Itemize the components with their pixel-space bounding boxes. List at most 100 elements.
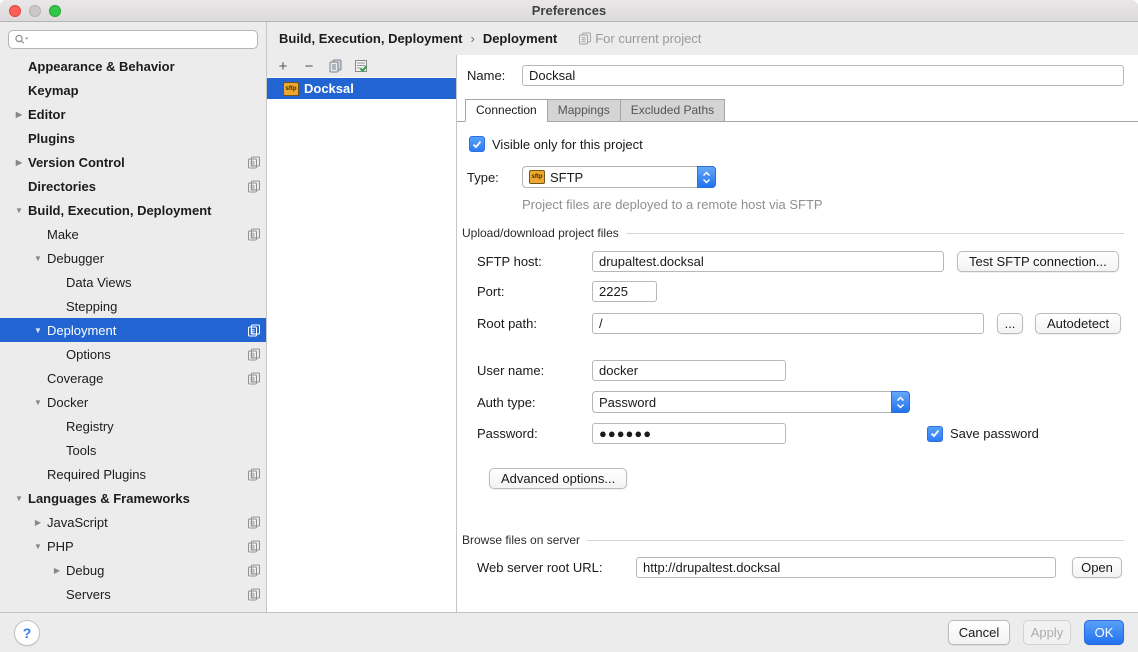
settings-sidebar: Appearance & BehaviorKeymap▶Editor Plugin… xyxy=(0,22,267,612)
sidebar-item-languages-frameworks[interactable]: ▼Languages & Frameworks xyxy=(0,486,266,510)
type-label: Type: xyxy=(467,170,522,185)
port-label: Port: xyxy=(477,284,592,299)
tree-expanded-arrow-icon[interactable]: ▼ xyxy=(29,542,47,551)
sidebar-item-debugger[interactable]: ▼Debugger xyxy=(0,246,266,270)
name-input[interactable] xyxy=(522,65,1124,86)
sidebar-item-label: PHP xyxy=(47,539,74,554)
auth-type-row: Auth type: Password xyxy=(457,391,1138,413)
sftp-host-input[interactable] xyxy=(592,251,944,272)
sidebar-item-php[interactable]: ▼PHP xyxy=(0,534,266,558)
close-window-button[interactable] xyxy=(9,5,21,17)
help-button[interactable]: ? xyxy=(14,620,40,646)
sidebar-item-docker[interactable]: ▼Docker xyxy=(0,390,266,414)
root-path-input[interactable] xyxy=(592,313,984,334)
sidebar-item-debug[interactable]: ▶Debug xyxy=(0,558,266,582)
for-current-project-icon xyxy=(248,588,260,601)
sidebar-item-data-views[interactable]: Data Views xyxy=(0,270,266,294)
auth-type-value: Password xyxy=(599,395,656,410)
sidebar-item-label: JavaScript xyxy=(47,515,108,530)
type-value: SFTP xyxy=(550,170,583,185)
auth-type-select[interactable]: Password xyxy=(592,391,910,413)
tree-expanded-arrow-icon[interactable]: ▼ xyxy=(29,254,47,263)
sidebar-item-label: Deployment xyxy=(47,323,116,338)
use-as-default-button[interactable] xyxy=(353,58,369,74)
ok-button[interactable]: OK xyxy=(1084,620,1124,645)
tree-expanded-arrow-icon[interactable]: ▼ xyxy=(10,206,28,215)
add-server-button[interactable]: + xyxy=(275,58,291,74)
sidebar-item-required-plugins[interactable]: Required Plugins xyxy=(0,462,266,486)
sidebar-item-plugins[interactable]: Plugins xyxy=(0,126,266,150)
tree-collapsed-arrow-icon[interactable]: ▶ xyxy=(48,566,66,575)
settings-search-box[interactable] xyxy=(8,30,258,49)
remove-server-button[interactable]: − xyxy=(301,58,317,74)
breadcrumb: Build, Execution, Deployment › Deploymen… xyxy=(267,22,1138,55)
server-list: sftpDocksal xyxy=(267,77,456,612)
port-input[interactable] xyxy=(592,281,657,302)
sidebar-item-build-execution-deployment[interactable]: ▼Build, Execution, Deployment xyxy=(0,198,266,222)
upload-section-header: Upload/download project files xyxy=(457,226,1138,240)
search-input[interactable] xyxy=(33,32,252,47)
sidebar-item-directories[interactable]: Directories xyxy=(0,174,266,198)
browse-root-path-button[interactable]: ... xyxy=(997,313,1023,334)
autodetect-button[interactable]: Autodetect xyxy=(1035,313,1121,334)
upload-section-title: Upload/download project files xyxy=(462,226,619,240)
save-password-checkbox[interactable] xyxy=(927,426,943,442)
tab-excluded-paths[interactable]: Excluded Paths xyxy=(620,99,725,122)
sidebar-item-appearance-behavior[interactable]: Appearance & Behavior xyxy=(0,54,266,78)
server-item-docksal[interactable]: sftpDocksal xyxy=(267,78,456,99)
sidebar-item-make[interactable]: Make xyxy=(0,222,266,246)
open-url-button[interactable]: Open xyxy=(1072,557,1122,578)
for-current-project-icon xyxy=(248,228,260,241)
tree-expanded-arrow-icon[interactable]: ▼ xyxy=(29,326,47,335)
window-title: Preferences xyxy=(532,3,606,18)
sidebar-item-tools[interactable]: Tools xyxy=(0,438,266,462)
web-root-input[interactable] xyxy=(636,557,1056,578)
cancel-button[interactable]: Cancel xyxy=(948,620,1010,645)
tab-connection[interactable]: Connection xyxy=(465,99,548,122)
sidebar-item-coverage[interactable]: Coverage xyxy=(0,366,266,390)
sftp-host-row: SFTP host: Test SFTP connection... xyxy=(457,251,1138,272)
sidebar-item-label: Stepping xyxy=(66,299,117,314)
sidebar-item-label: Languages & Frameworks xyxy=(28,491,190,506)
type-hint-text: Project files are deployed to a remote h… xyxy=(457,197,1138,212)
tree-collapsed-arrow-icon[interactable]: ▶ xyxy=(10,158,28,167)
sidebar-item-options[interactable]: Options xyxy=(0,342,266,366)
sidebar-item-stepping[interactable]: Stepping xyxy=(0,294,266,318)
tree-collapsed-arrow-icon[interactable]: ▶ xyxy=(10,110,28,119)
sidebar-item-servers[interactable]: Servers xyxy=(0,582,266,606)
connection-tabs: ConnectionMappingsExcluded Paths xyxy=(457,99,1138,122)
advanced-options-button[interactable]: Advanced options... xyxy=(489,468,627,489)
sidebar-item-editor[interactable]: ▶Editor xyxy=(0,102,266,126)
password-input[interactable] xyxy=(592,423,786,444)
sidebar-item-registry[interactable]: Registry xyxy=(0,414,266,438)
save-password-label: Save password xyxy=(950,426,1039,441)
tab-mappings[interactable]: Mappings xyxy=(547,99,621,122)
type-select[interactable]: sftp SFTP xyxy=(522,166,716,188)
port-row: Port: xyxy=(457,281,1138,302)
breadcrumb-root[interactable]: Build, Execution, Deployment xyxy=(279,31,462,46)
browse-section-header: Browse files on server xyxy=(457,533,1138,547)
apply-button[interactable]: Apply xyxy=(1023,620,1071,645)
user-name-label: User name: xyxy=(477,363,592,378)
sidebar-item-version-control[interactable]: ▶Version Control xyxy=(0,150,266,174)
visible-only-checkbox[interactable] xyxy=(469,136,485,152)
sidebar-item-label: Plugins xyxy=(28,131,75,146)
settings-tree: Appearance & BehaviorKeymap▶Editor Plugin… xyxy=(0,54,266,606)
sidebar-item-label: Directories xyxy=(28,179,96,194)
dialog-footer: ? Cancel Apply OK xyxy=(0,612,1138,652)
tree-expanded-arrow-icon[interactable]: ▼ xyxy=(10,494,28,503)
sidebar-item-javascript[interactable]: ▶JavaScript xyxy=(0,510,266,534)
sidebar-item-deployment[interactable]: ▼Deployment xyxy=(0,318,266,342)
user-name-input[interactable] xyxy=(592,360,786,381)
dropdown-stepper-icon xyxy=(697,166,716,188)
duplicate-server-button[interactable] xyxy=(327,58,343,74)
sidebar-item-keymap[interactable]: Keymap xyxy=(0,78,266,102)
sidebar-item-label: Required Plugins xyxy=(47,467,146,482)
zoom-window-button[interactable] xyxy=(49,5,61,17)
minimize-window-button[interactable] xyxy=(29,5,41,17)
tree-expanded-arrow-icon[interactable]: ▼ xyxy=(29,398,47,407)
tree-collapsed-arrow-icon[interactable]: ▶ xyxy=(29,518,47,527)
sidebar-item-label: Make xyxy=(47,227,79,242)
test-sftp-connection-button[interactable]: Test SFTP connection... xyxy=(957,251,1119,272)
server-item-label: Docksal xyxy=(304,81,354,96)
